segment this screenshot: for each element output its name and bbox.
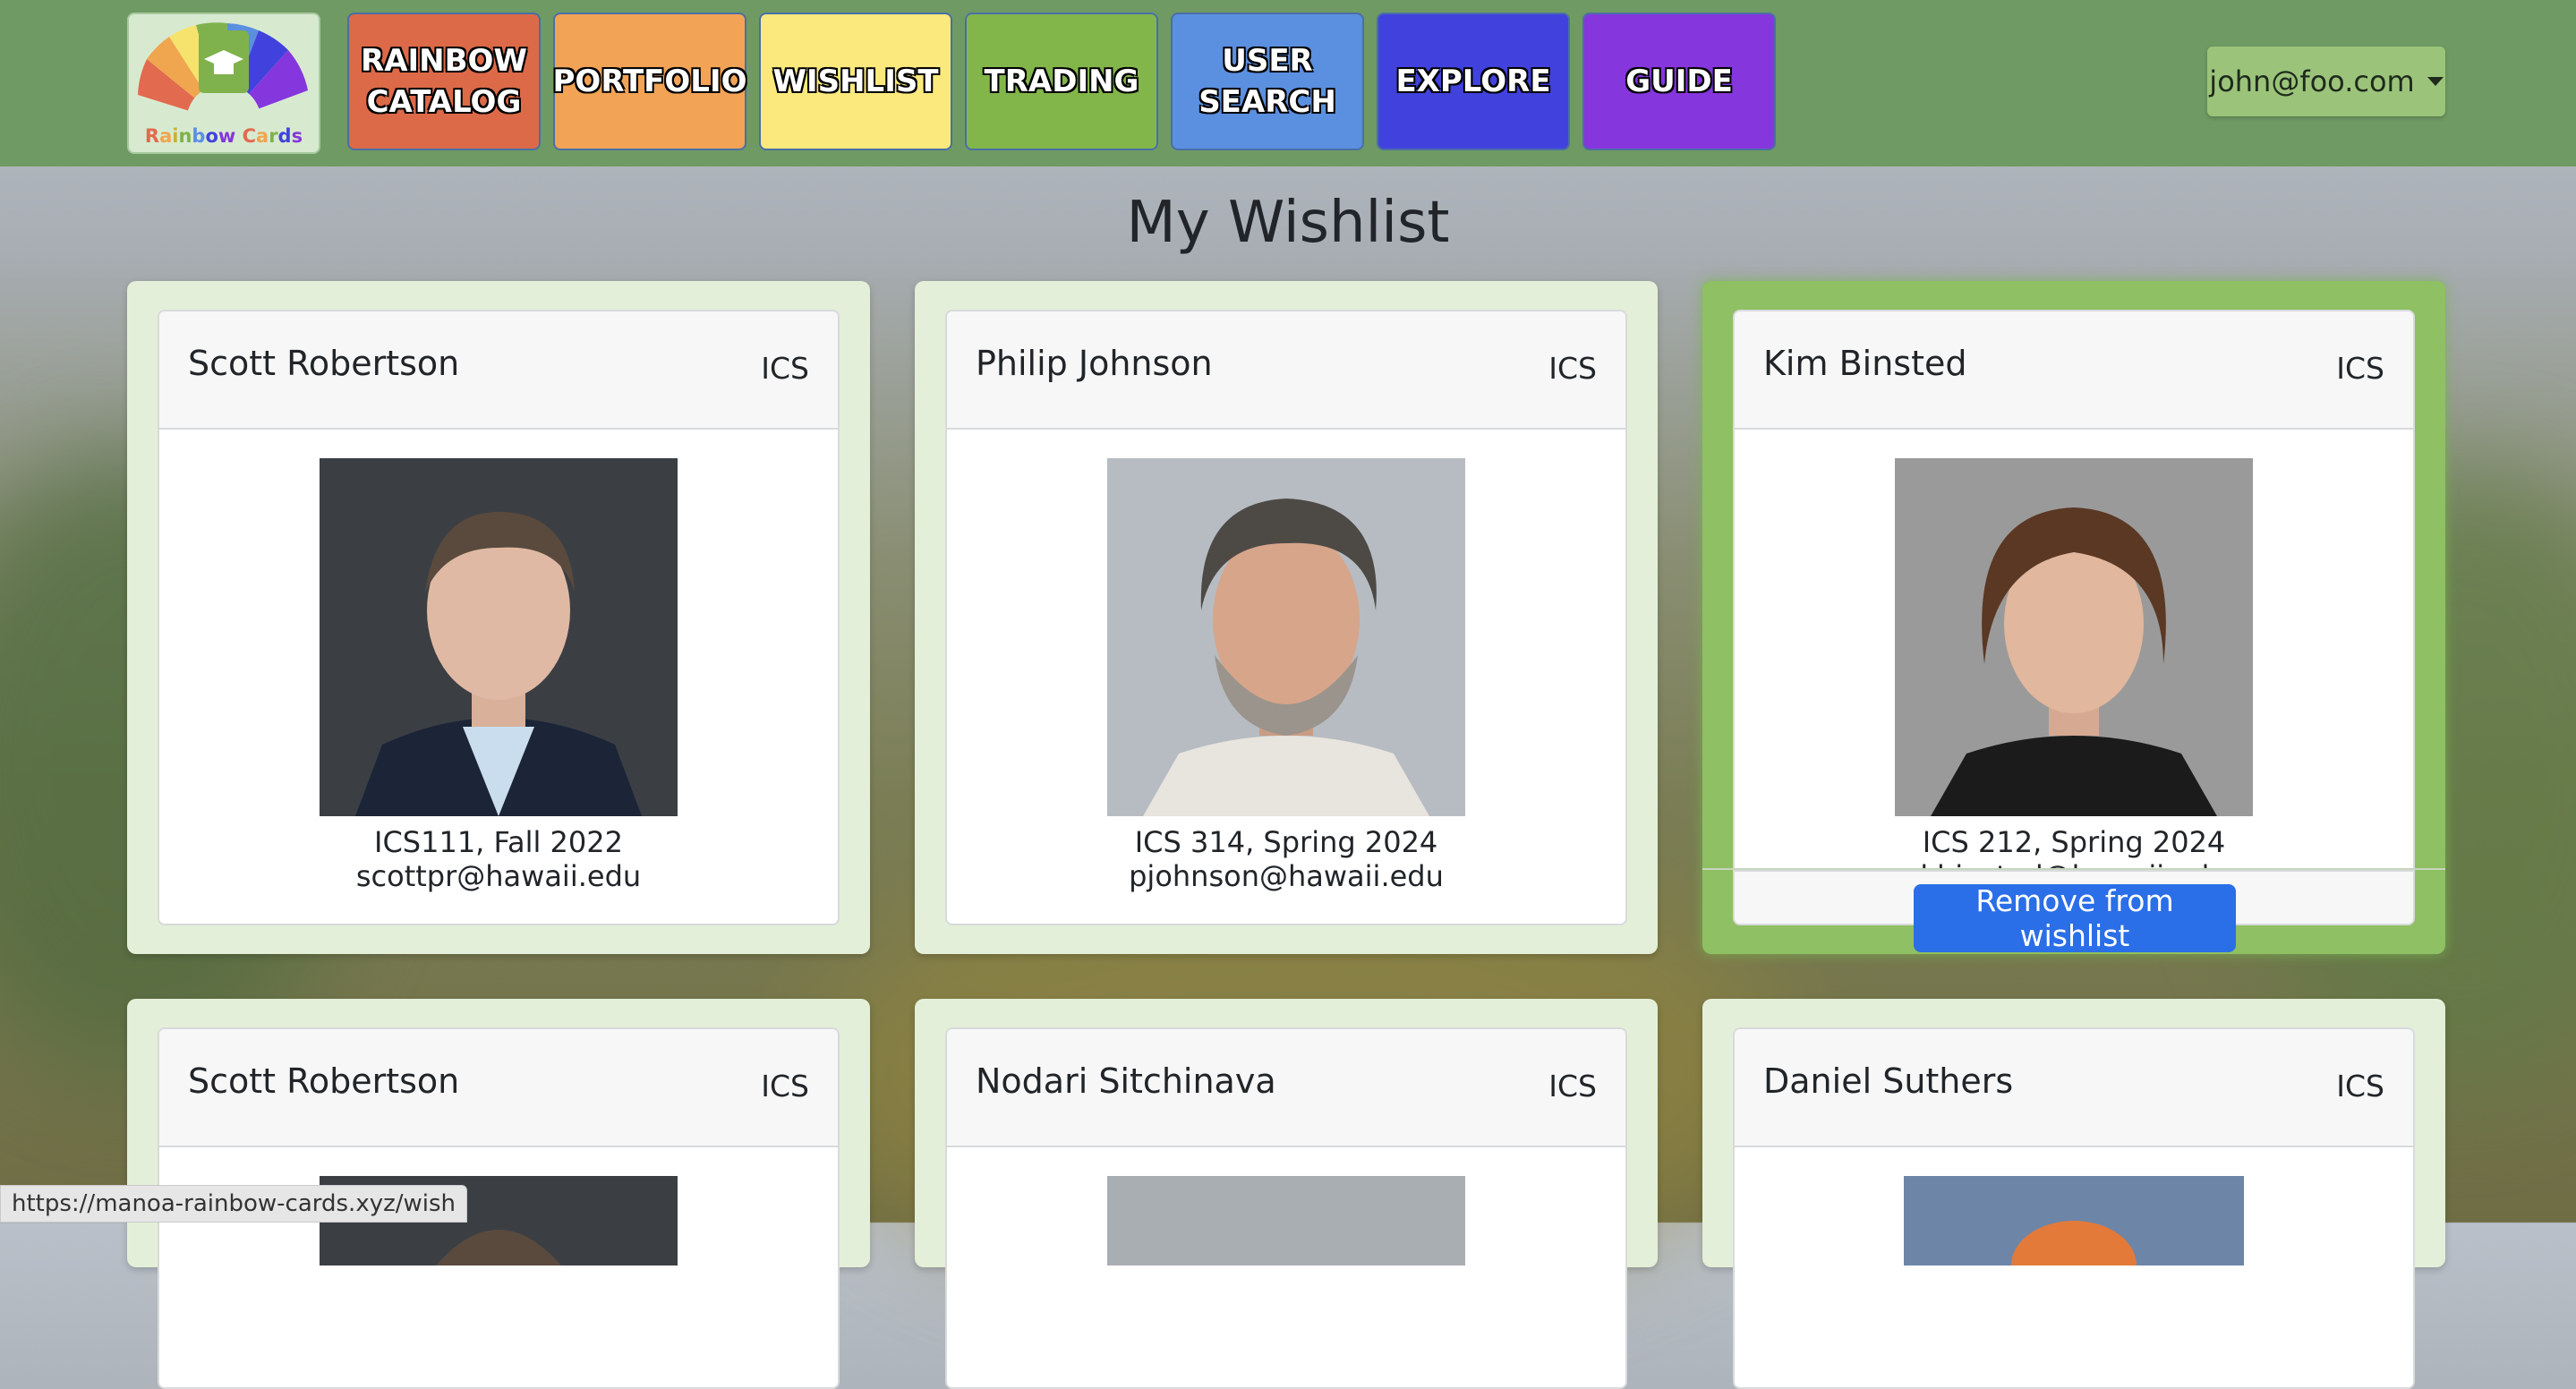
- profile-photo: [1107, 1176, 1465, 1265]
- card-header: Daniel Suthers ICS: [1735, 1029, 2413, 1147]
- nav-trading[interactable]: TRADING: [965, 13, 1158, 150]
- card-dept: ICS: [761, 1069, 809, 1104]
- nav-guide[interactable]: GUIDE: [1582, 13, 1776, 150]
- remove-from-wishlist-button[interactable]: Remove from wishlist: [1914, 883, 2236, 953]
- card-email: pjohnson@hawaii.edu: [1129, 859, 1444, 893]
- wishlist-card[interactable]: Philip Johnson ICS ICS 314, Spring 2024 …: [915, 281, 1658, 954]
- card-header: Kim Binsted ICS: [1735, 311, 2413, 430]
- card-header: Philip Johnson ICS: [947, 311, 1625, 430]
- card-dept: ICS: [2336, 351, 2384, 386]
- user-dropdown[interactable]: john@foo.com: [2207, 47, 2445, 116]
- profile-photo: [1107, 458, 1465, 816]
- wishlist-card[interactable]: Scott Robertson ICS: [127, 999, 870, 1389]
- card-body: Scott Robertson ICS ICS111, Fall 2022 sc…: [158, 310, 840, 925]
- card-header: Scott Robertson ICS: [159, 1029, 838, 1147]
- status-bar-url: https://manoa-rainbow-cards.xyz/wish: [0, 1185, 468, 1223]
- card-dept: ICS: [1548, 1069, 1597, 1104]
- wishlist-card[interactable]: Scott Robertson ICS ICS111, Fall 2022 sc…: [127, 281, 870, 954]
- card-body: Kim Binsted ICS ICS 212, Spring 2024 kbi…: [1733, 310, 2415, 925]
- card-body: Daniel Suthers ICS: [1733, 1027, 2415, 1389]
- card-header: Scott Robertson ICS: [159, 311, 838, 430]
- user-email: john@foo.com: [2209, 64, 2415, 98]
- card-course: ICS111, Fall 2022: [374, 825, 623, 859]
- card-dept: ICS: [761, 351, 809, 386]
- card-name: Daniel Suthers: [1763, 1061, 2014, 1101]
- card-name: Nodari Sitchinava: [976, 1061, 1276, 1101]
- rainbow-cards-logo[interactable]: Rainbow Cards: [127, 13, 320, 154]
- top-navbar: Rainbow Cards RAINBOW CATALOG PORTFOLIO …: [0, 0, 2576, 166]
- nav-user-search[interactable]: USER SEARCH: [1171, 13, 1364, 150]
- card-dept: ICS: [1548, 351, 1597, 386]
- card-name: Philip Johnson: [976, 344, 1213, 383]
- card-course: ICS 212, Spring 2024: [1922, 825, 2226, 859]
- card-dept: ICS: [2336, 1069, 2384, 1104]
- nav-rainbow-catalog[interactable]: RAINBOW CATALOG: [347, 13, 541, 150]
- card-email: scottpr@hawaii.edu: [355, 859, 642, 893]
- card-body: Philip Johnson ICS ICS 314, Spring 2024 …: [945, 310, 1627, 925]
- card-name: Scott Robertson: [188, 344, 460, 383]
- card-body: Nodari Sitchinava ICS: [945, 1027, 1627, 1389]
- nav-portfolio[interactable]: PORTFOLIO: [553, 13, 747, 150]
- card-header: Nodari Sitchinava ICS: [947, 1029, 1625, 1147]
- logo-text: Rainbow Cards: [144, 125, 303, 147]
- profile-photo: [320, 458, 678, 816]
- page-title: My Wishlist: [1126, 190, 1450, 256]
- wishlist-card[interactable]: Daniel Suthers ICS: [1702, 999, 2445, 1389]
- nav-wishlist[interactable]: WISHLIST: [759, 13, 952, 150]
- wishlist-card[interactable]: Nodari Sitchinava ICS: [915, 999, 1658, 1389]
- wishlist-card-hovered[interactable]: Kim Binsted ICS ICS 212, Spring 2024 kbi…: [1702, 281, 2445, 954]
- chevron-down-icon: [2427, 77, 2444, 86]
- nav-explore[interactable]: EXPLORE: [1377, 13, 1570, 150]
- card-course: ICS 314, Spring 2024: [1134, 825, 1438, 859]
- card-name: Scott Robertson: [188, 1061, 460, 1101]
- profile-photo: [1904, 1176, 2244, 1265]
- profile-photo: [1895, 458, 2253, 816]
- card-name: Kim Binsted: [1763, 344, 1967, 383]
